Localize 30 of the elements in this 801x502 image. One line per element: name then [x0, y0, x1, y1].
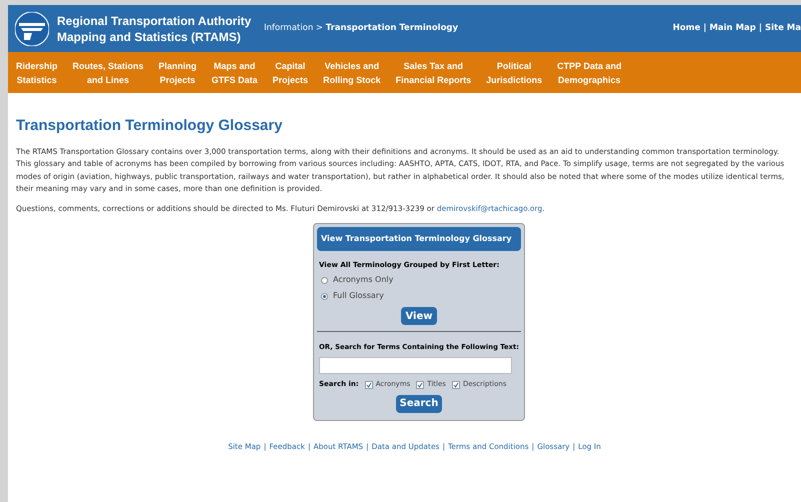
checkbox[interactable]	[452, 380, 460, 389]
nav-item[interactable]: Vehicles and Rolling Stock	[323, 58, 381, 86]
view-button[interactable]: View	[401, 307, 436, 326]
search-button[interactable]: Search	[396, 394, 442, 413]
search-field[interactable]	[319, 357, 512, 374]
nav-item[interactable]: Routes, Stations and Lines	[72, 58, 144, 86]
radio-label: Full Glossary	[333, 290, 384, 302]
radio-button[interactable]	[321, 276, 328, 284]
breadcrumb: Information > Transportation Terminology	[264, 22, 458, 35]
nav-item[interactable]: Political Jurisdictions	[486, 58, 542, 86]
checkbox[interactable]	[416, 380, 424, 389]
nav-item[interactable]: Maps and GTFS Data	[212, 58, 258, 86]
nav-item[interactable]: Sales Tax and Financial Reports	[396, 58, 472, 86]
header-link[interactable]: Site Ma	[764, 22, 801, 35]
nav-item[interactable]: Capital Projects	[272, 58, 308, 86]
logo-icon	[15, 12, 49, 46]
link-separator: |	[703, 22, 706, 35]
site-title: Mapping and Statistics (RTAMS)	[57, 28, 241, 44]
nav-item[interactable]: CTPP Data and Demographics	[557, 58, 622, 86]
site-title: Regional Transportation Authority	[57, 12, 252, 28]
panel-title: View Transportation Terminology Glossary	[317, 226, 521, 251]
radio-label: Acronyms Only	[333, 274, 394, 286]
radio-button[interactable]	[321, 292, 328, 300]
link-separator: |	[758, 22, 762, 35]
checkbox[interactable]	[364, 380, 373, 389]
page-title: Transportation Terminology Glossary	[16, 116, 284, 136]
nav-item[interactable]: Planning Projects	[158, 58, 197, 86]
header-link[interactable]: Main Map	[709, 22, 756, 35]
nav-item[interactable]: Ridership Statistics	[16, 58, 58, 86]
header-link[interactable]: Home	[672, 22, 700, 35]
